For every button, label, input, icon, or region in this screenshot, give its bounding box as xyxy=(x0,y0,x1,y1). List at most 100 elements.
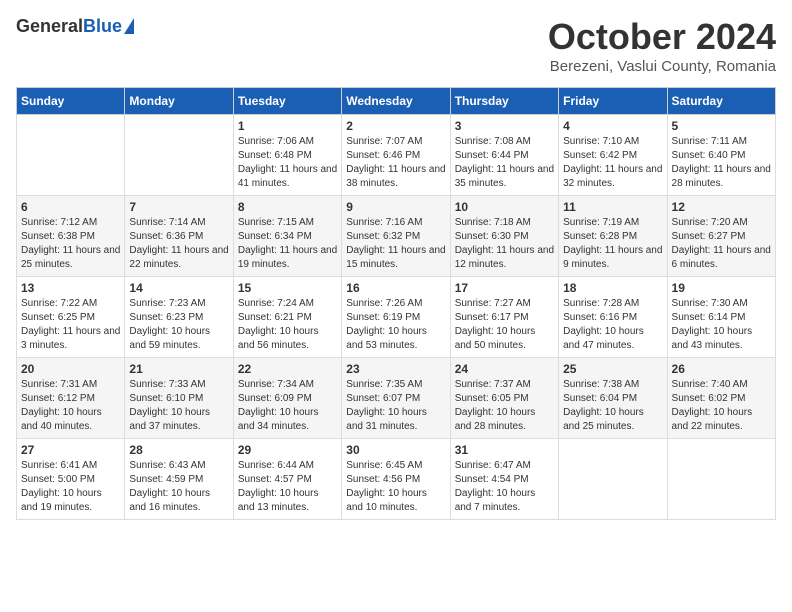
day-info: Sunrise: 6:45 AMSunset: 4:56 PMDaylight:… xyxy=(346,459,445,515)
day-info: Sunrise: 6:47 AMSunset: 4:54 PMDaylight:… xyxy=(455,459,554,515)
calendar-week-row: 13 Sunrise: 7:22 AMSunset: 6:25 PMDayligh… xyxy=(17,277,776,358)
day-number: 3 xyxy=(455,119,554,133)
calendar-cell: 6 Sunrise: 7:12 AMSunset: 6:38 PMDaylight… xyxy=(17,196,125,277)
day-number: 22 xyxy=(238,362,337,376)
day-number: 30 xyxy=(346,443,445,457)
day-info: Sunrise: 7:18 AMSunset: 6:30 PMDaylight:… xyxy=(455,216,554,272)
day-number: 4 xyxy=(563,119,662,133)
day-info: Sunrise: 7:26 AMSunset: 6:19 PMDaylight:… xyxy=(346,297,445,353)
day-number: 27 xyxy=(21,443,120,457)
calendar-cell: 14 Sunrise: 7:23 AMSunset: 6:23 PMDayligh… xyxy=(125,277,233,358)
calendar-cell: 9 Sunrise: 7:16 AMSunset: 6:32 PMDaylight… xyxy=(342,196,450,277)
calendar-cell: 16Sunrise: 7:26 AMSunset: 6:19 PMDayligh… xyxy=(342,277,450,358)
calendar-cell: 21 Sunrise: 7:33 AMSunset: 6:10 PMDayligh… xyxy=(125,358,233,439)
day-info: Sunrise: 7:11 AMSunset: 6:40 PMDaylight:… xyxy=(672,135,771,191)
calendar-week-row: 1 Sunrise: 7:06 AMSunset: 6:48 PMDaylight… xyxy=(17,115,776,196)
calendar-cell: 3 Sunrise: 7:08 AMSunset: 6:44 PMDaylight… xyxy=(450,115,558,196)
day-info: Sunrise: 7:28 AMSunset: 6:16 PMDaylight:… xyxy=(563,297,662,353)
day-number: 18 xyxy=(563,281,662,295)
logo: General Blue xyxy=(16,16,134,37)
day-number: 13 xyxy=(21,281,120,295)
day-number: 31 xyxy=(455,443,554,457)
subtitle: Berezeni, Vaslui County, Romania xyxy=(548,58,776,75)
day-number: 2 xyxy=(346,119,445,133)
day-info: Sunrise: 7:35 AMSunset: 6:07 PMDaylight:… xyxy=(346,378,445,434)
calendar-cell: 20 Sunrise: 7:31 AMSunset: 6:12 PMDayligh… xyxy=(17,358,125,439)
day-info: Sunrise: 7:06 AMSunset: 6:48 PMDaylight:… xyxy=(238,135,337,191)
day-info: Sunrise: 7:37 AMSunset: 6:05 PMDaylight:… xyxy=(455,378,554,434)
day-info: Sunrise: 7:20 AMSunset: 6:27 PMDaylight:… xyxy=(672,216,771,272)
day-info: Sunrise: 7:31 AMSunset: 6:12 PMDaylight:… xyxy=(21,378,120,434)
day-header: Wednesday xyxy=(342,88,450,115)
calendar-cell: 7Sunrise: 7:14 AMSunset: 6:36 PMDaylight… xyxy=(125,196,233,277)
calendar-cell: 27Sunrise: 6:41 AMSunset: 5:00 PMDayligh… xyxy=(17,439,125,520)
day-header: Monday xyxy=(125,88,233,115)
calendar-cell: 22 Sunrise: 7:34 AMSunset: 6:09 PMDayligh… xyxy=(233,358,341,439)
day-info: Sunrise: 7:34 AMSunset: 6:09 PMDaylight:… xyxy=(238,378,337,434)
header-row: SundayMondayTuesdayWednesdayThursdayFrid… xyxy=(17,88,776,115)
calendar-cell: 23 Sunrise: 7:35 AMSunset: 6:07 PMDayligh… xyxy=(342,358,450,439)
day-info: Sunrise: 6:44 AMSunset: 4:57 PMDaylight:… xyxy=(238,459,337,515)
day-info: Sunrise: 7:38 AMSunset: 6:04 PMDaylight:… xyxy=(563,378,662,434)
day-info: Sunrise: 7:08 AMSunset: 6:44 PMDaylight:… xyxy=(455,135,554,191)
calendar-cell: 5Sunrise: 7:11 AMSunset: 6:40 PMDaylight… xyxy=(667,115,775,196)
title-block: October 2024 Berezeni, Vaslui County, Ro… xyxy=(548,16,776,75)
day-number: 25 xyxy=(563,362,662,376)
day-number: 23 xyxy=(346,362,445,376)
day-info: Sunrise: 7:30 AMSunset: 6:14 PMDaylight:… xyxy=(672,297,771,353)
calendar-week-row: 6 Sunrise: 7:12 AMSunset: 6:38 PMDaylight… xyxy=(17,196,776,277)
calendar-cell: 29 Sunrise: 6:44 AMSunset: 4:57 PMDayligh… xyxy=(233,439,341,520)
calendar-cell: 15 Sunrise: 7:24 AMSunset: 6:21 PMDayligh… xyxy=(233,277,341,358)
calendar-cell: 17Sunrise: 7:27 AMSunset: 6:17 PMDayligh… xyxy=(450,277,558,358)
day-number: 9 xyxy=(346,200,445,214)
day-number: 8 xyxy=(238,200,337,214)
logo-blue-text: Blue xyxy=(83,16,122,37)
day-number: 14 xyxy=(129,281,228,295)
calendar-table: SundayMondayTuesdayWednesdayThursdayFrid… xyxy=(16,87,776,520)
calendar-body: 1 Sunrise: 7:06 AMSunset: 6:48 PMDaylight… xyxy=(17,115,776,520)
day-number: 10 xyxy=(455,200,554,214)
calendar-cell: 24 Sunrise: 7:37 AMSunset: 6:05 PMDayligh… xyxy=(450,358,558,439)
day-number: 7 xyxy=(129,200,228,214)
calendar-cell: 25 Sunrise: 7:38 AMSunset: 6:04 PMDayligh… xyxy=(559,358,667,439)
day-number: 19 xyxy=(672,281,771,295)
day-info: Sunrise: 7:07 AMSunset: 6:46 PMDaylight:… xyxy=(346,135,445,191)
day-header: Sunday xyxy=(17,88,125,115)
day-number: 12 xyxy=(672,200,771,214)
calendar-cell: 4Sunrise: 7:10 AMSunset: 6:42 PMDaylight… xyxy=(559,115,667,196)
day-info: Sunrise: 6:43 AMSunset: 4:59 PMDaylight:… xyxy=(129,459,228,515)
day-number: 15 xyxy=(238,281,337,295)
calendar-week-row: 27Sunrise: 6:41 AMSunset: 5:00 PMDayligh… xyxy=(17,439,776,520)
day-number: 1 xyxy=(238,119,337,133)
day-info: Sunrise: 7:23 AMSunset: 6:23 PMDaylight:… xyxy=(129,297,228,353)
day-info: Sunrise: 7:15 AMSunset: 6:34 PMDaylight:… xyxy=(238,216,337,272)
day-number: 6 xyxy=(21,200,120,214)
day-header: Tuesday xyxy=(233,88,341,115)
day-number: 26 xyxy=(672,362,771,376)
day-info: Sunrise: 7:22 AMSunset: 6:25 PMDaylight:… xyxy=(21,297,120,353)
day-number: 11 xyxy=(563,200,662,214)
calendar-cell: 13 Sunrise: 7:22 AMSunset: 6:25 PMDayligh… xyxy=(17,277,125,358)
calendar-cell: 30 Sunrise: 6:45 AMSunset: 4:56 PMDayligh… xyxy=(342,439,450,520)
calendar-week-row: 20 Sunrise: 7:31 AMSunset: 6:12 PMDayligh… xyxy=(17,358,776,439)
day-number: 29 xyxy=(238,443,337,457)
day-number: 21 xyxy=(129,362,228,376)
calendar-cell: 26 Sunrise: 7:40 AMSunset: 6:02 PMDayligh… xyxy=(667,358,775,439)
calendar-cell: 31 Sunrise: 6:47 AMSunset: 4:54 PMDayligh… xyxy=(450,439,558,520)
day-number: 20 xyxy=(21,362,120,376)
day-number: 28 xyxy=(129,443,228,457)
day-info: Sunrise: 7:33 AMSunset: 6:10 PMDaylight:… xyxy=(129,378,228,434)
calendar-cell xyxy=(559,439,667,520)
calendar-cell: 2 Sunrise: 7:07 AMSunset: 6:46 PMDaylight… xyxy=(342,115,450,196)
day-header: Thursday xyxy=(450,88,558,115)
day-info: Sunrise: 7:16 AMSunset: 6:32 PMDaylight:… xyxy=(346,216,445,272)
day-info: Sunrise: 7:40 AMSunset: 6:02 PMDaylight:… xyxy=(672,378,771,434)
day-number: 17 xyxy=(455,281,554,295)
day-info: Sunrise: 7:12 AMSunset: 6:38 PMDaylight:… xyxy=(21,216,120,272)
day-info: Sunrise: 7:24 AMSunset: 6:21 PMDaylight:… xyxy=(238,297,337,353)
calendar-cell: 1 Sunrise: 7:06 AMSunset: 6:48 PMDaylight… xyxy=(233,115,341,196)
calendar-cell: 11Sunrise: 7:19 AMSunset: 6:28 PMDayligh… xyxy=(559,196,667,277)
calendar-cell xyxy=(125,115,233,196)
logo-triangle-icon xyxy=(124,18,134,34)
day-number: 24 xyxy=(455,362,554,376)
